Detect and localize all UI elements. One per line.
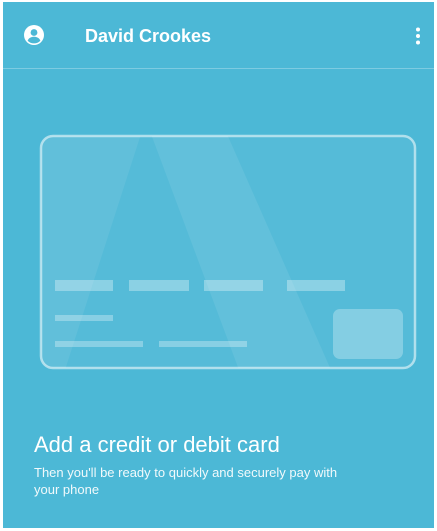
account-circle-icon[interactable]	[24, 25, 44, 45]
card-number-block	[129, 280, 189, 291]
card-detail-line	[159, 341, 247, 347]
card-name-line	[55, 315, 113, 321]
card-number-block	[204, 280, 263, 291]
wallet-screen: David Crookes Add a credit or debit card…	[3, 2, 434, 528]
account-name[interactable]: David Crookes	[85, 25, 211, 47]
card-number-block	[55, 280, 113, 291]
card-number-block	[287, 280, 345, 291]
card-detail-line	[55, 341, 143, 347]
credit-card-illustration[interactable]	[39, 134, 417, 370]
add-card-description: Then you'll be ready to quickly and secu…	[34, 465, 338, 497]
card-chip	[333, 309, 403, 359]
add-card-title[interactable]: Add a credit or debit card	[34, 431, 280, 459]
more-vert-icon[interactable]	[413, 26, 423, 46]
app-bar: David Crookes	[3, 2, 434, 69]
